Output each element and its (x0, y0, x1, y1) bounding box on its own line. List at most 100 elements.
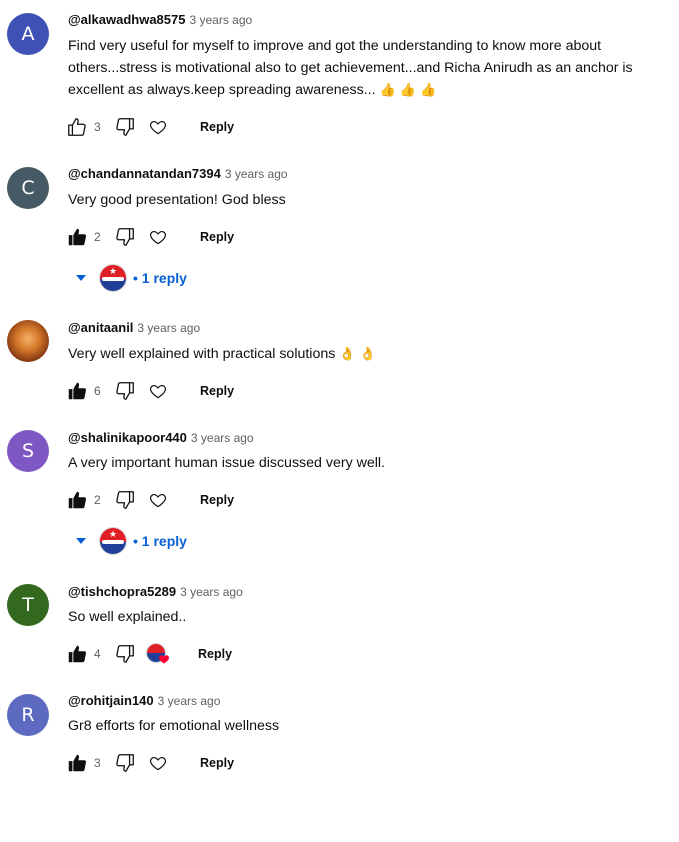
reply-button[interactable]: Reply (200, 120, 234, 134)
dislike-button[interactable] (114, 226, 136, 248)
thumb-up-filled-icon (68, 228, 87, 246)
creator-heart-button[interactable] (148, 227, 168, 247)
avatar[interactable]: R (7, 694, 49, 736)
comment-time[interactable]: 3 years ago (189, 13, 252, 27)
comment-actions: 4 Reply (66, 643, 232, 665)
comment-text: Very good presentation! God bless (68, 189, 673, 211)
heart-filled-icon (159, 655, 169, 664)
comment-actions: 6 Reply (66, 380, 234, 402)
comment-time[interactable]: 3 years ago (180, 585, 243, 599)
thumb-down-outline-icon (116, 645, 134, 663)
thumb-up-filled-icon (68, 491, 87, 509)
dislike-button[interactable] (114, 116, 136, 138)
heart-outline-icon (150, 757, 166, 771)
comment-author[interactable]: @shalinikapoor440 (68, 430, 187, 445)
heart-outline-icon (150, 231, 166, 245)
reply-button[interactable]: Reply (200, 384, 234, 398)
caret-down-icon (76, 538, 86, 544)
comment-text-body: Gr8 efforts for emotional wellness (68, 718, 280, 734)
reply-button[interactable]: Reply (200, 756, 234, 770)
comment-text: A very important human issue discussed v… (68, 452, 673, 474)
thumb-up-filled-icon (68, 382, 87, 400)
comment-author[interactable]: @anitaanil (68, 320, 133, 335)
avatar[interactable]: S (7, 430, 49, 472)
comment-header: @anitaanil 3 years ago (68, 320, 200, 335)
comment-text-body: Very good presentation! God bless (68, 192, 286, 208)
comment-time[interactable]: 3 years ago (137, 321, 200, 335)
avatar[interactable] (7, 320, 49, 362)
heart-outline-icon (150, 494, 166, 508)
comment-author[interactable]: @tishchopra5289 (68, 584, 176, 599)
caret-down-icon (76, 275, 86, 281)
comment-time[interactable]: 3 years ago (158, 694, 221, 708)
like-count: 3 (94, 756, 101, 770)
comment-text-body: Find very useful for myself to improve a… (68, 38, 633, 98)
replies-count: • 1 reply (133, 533, 187, 549)
heart-outline-icon (150, 121, 166, 135)
view-replies-button[interactable]: ★ • 1 reply (76, 264, 187, 292)
thumbs-up-emoji: 👍 👍 👍 (379, 83, 437, 98)
thumb-down-outline-icon (116, 228, 134, 246)
avatar[interactable]: C (7, 167, 49, 209)
creator-heart-button[interactable] (148, 753, 168, 773)
channel-avatar-badge: ★ (99, 527, 127, 555)
like-button[interactable] (66, 116, 88, 138)
thumb-down-outline-icon (116, 491, 134, 509)
view-replies-button[interactable]: ★ • 1 reply (76, 527, 187, 555)
reply-button[interactable]: Reply (198, 647, 232, 661)
like-count: 3 (94, 120, 101, 134)
like-button[interactable] (66, 489, 88, 511)
creator-heart-button[interactable] (148, 381, 168, 401)
dislike-button[interactable] (114, 380, 136, 402)
comment-actions: 3 Reply (66, 752, 234, 774)
comment-text: So well explained.. (68, 606, 673, 628)
thumb-up-filled-icon (68, 754, 87, 772)
comment-header: @chandannatandan7394 3 years ago (68, 166, 288, 181)
reply-button[interactable]: Reply (200, 493, 234, 507)
dislike-button[interactable] (114, 752, 136, 774)
avatar[interactable]: A (7, 13, 49, 55)
channel-avatar-badge: ★ (99, 264, 127, 292)
comment-text-body: A very important human issue discussed v… (68, 455, 385, 471)
comment-header: @tishchopra5289 3 years ago (68, 584, 243, 599)
comment-actions: 2 Reply (66, 226, 234, 248)
comment-header: @shalinikapoor440 3 years ago (68, 430, 254, 445)
thumb-up-outline-icon (68, 118, 86, 136)
replies-count: • 1 reply (133, 270, 187, 286)
creator-heart-button[interactable] (148, 117, 168, 137)
comment-header: @rohitjain140 3 years ago (68, 693, 220, 708)
creator-heart-badge[interactable] (146, 643, 172, 665)
avatar[interactable]: T (7, 584, 49, 626)
like-count: 6 (94, 384, 101, 398)
comment-author[interactable]: @rohitjain140 (68, 693, 154, 708)
thumb-up-filled-icon (68, 645, 87, 663)
comment-time[interactable]: 3 years ago (191, 431, 254, 445)
heart-outline-icon (150, 385, 166, 399)
comment-actions: 2 Reply (66, 489, 234, 511)
creator-heart-button[interactable] (148, 490, 168, 510)
like-button[interactable] (66, 643, 88, 665)
thumb-down-outline-icon (116, 754, 134, 772)
like-button[interactable] (66, 752, 88, 774)
like-count: 2 (94, 493, 101, 507)
reply-button[interactable]: Reply (200, 230, 234, 244)
comment-text-body: So well explained.. (68, 609, 187, 625)
dislike-button[interactable] (114, 489, 136, 511)
comment-text: Very well explained with practical solut… (68, 343, 673, 366)
comment-text: Gr8 efforts for emotional wellness (68, 715, 673, 737)
comment-author[interactable]: @alkawadhwa8575 (68, 12, 185, 27)
thumb-down-outline-icon (116, 382, 134, 400)
dislike-button[interactable] (114, 643, 136, 665)
like-button[interactable] (66, 226, 88, 248)
comment-author[interactable]: @chandannatandan7394 (68, 166, 221, 181)
comment-time[interactable]: 3 years ago (225, 167, 288, 181)
ok-hand-emoji: 👌 👌 (339, 347, 376, 362)
comment-text: Find very useful for myself to improve a… (68, 35, 673, 102)
like-count: 4 (94, 647, 101, 661)
thumb-down-outline-icon (116, 118, 134, 136)
like-count: 2 (94, 230, 101, 244)
comment-header: @alkawadhwa8575 3 years ago (68, 12, 252, 27)
comment-actions: 3 Reply (66, 116, 234, 138)
like-button[interactable] (66, 380, 88, 402)
comment-text-body: Very well explained with practical solut… (68, 346, 336, 362)
